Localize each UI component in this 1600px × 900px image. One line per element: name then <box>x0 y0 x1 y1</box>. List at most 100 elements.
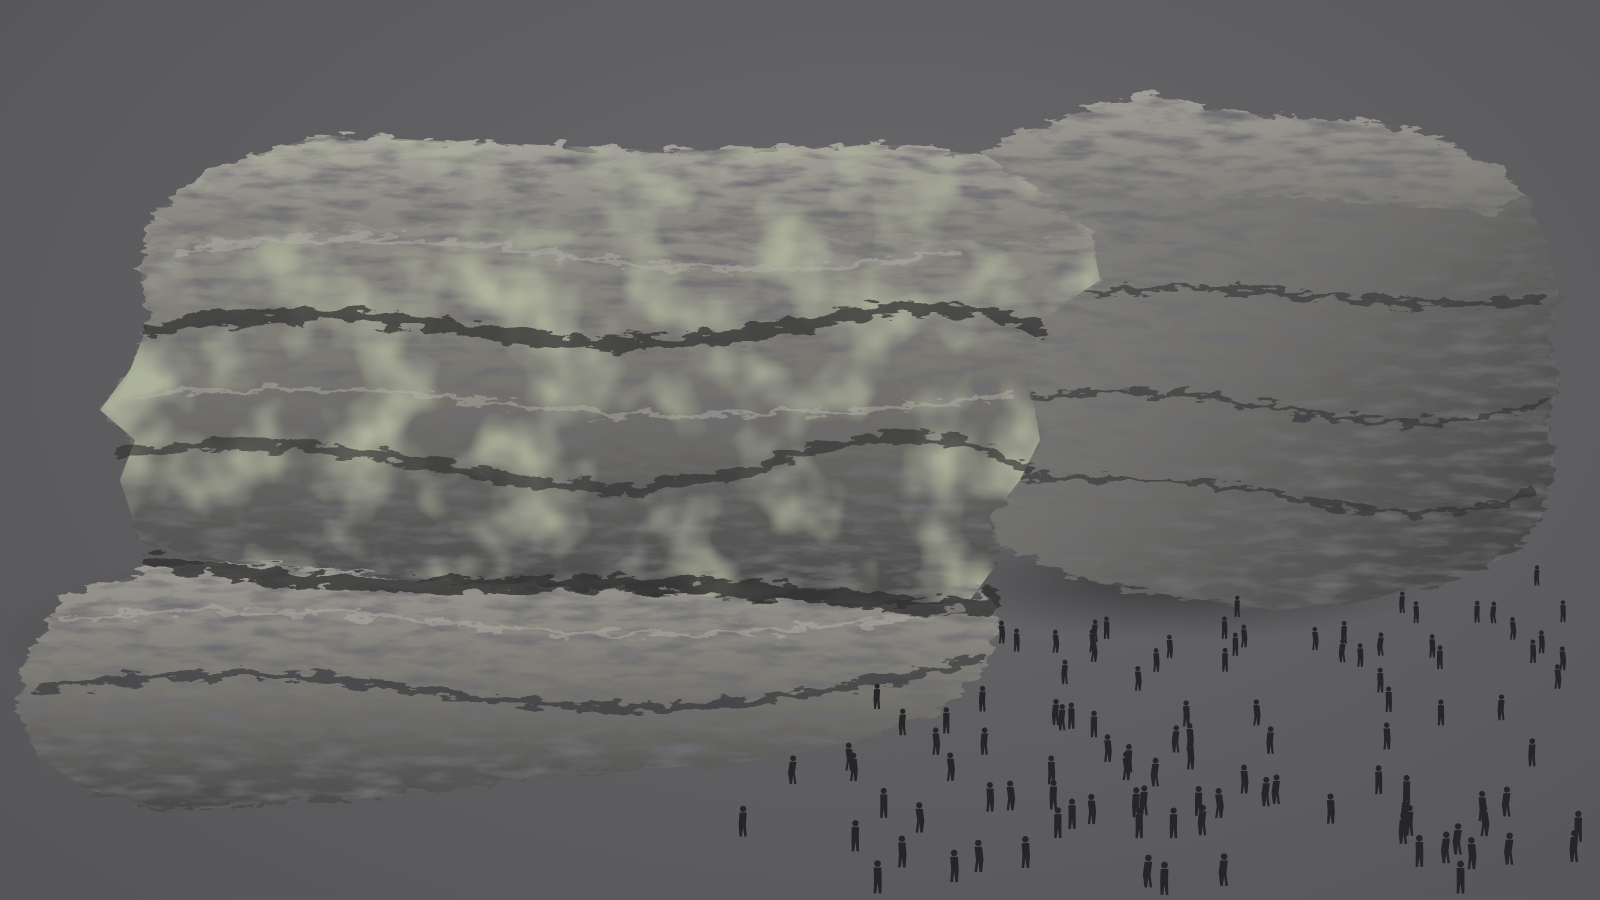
person-head <box>1022 836 1029 843</box>
person-body <box>1183 706 1190 727</box>
person-head <box>1479 790 1486 797</box>
person-silhouette <box>1530 639 1537 664</box>
person-head <box>874 683 880 689</box>
person-silhouette <box>1415 834 1424 867</box>
person-head <box>1312 626 1318 632</box>
person-body <box>943 712 950 734</box>
person-silhouette <box>1061 659 1068 685</box>
person-head <box>1167 634 1172 640</box>
person-body <box>1474 605 1480 623</box>
person-head <box>1199 804 1206 811</box>
person-silhouette <box>1436 645 1443 670</box>
person-head <box>932 727 939 733</box>
person-head <box>1377 667 1383 673</box>
person-silhouette <box>986 781 995 812</box>
person-head <box>900 708 906 715</box>
person-body <box>1171 731 1180 753</box>
person-silhouette <box>1197 804 1207 836</box>
person-body <box>1467 844 1477 870</box>
person-silhouette <box>1134 666 1142 691</box>
person-body <box>1169 814 1178 839</box>
person-head <box>986 781 993 788</box>
person-silhouette <box>1051 698 1060 726</box>
person-body <box>1104 740 1112 762</box>
person-head <box>1498 694 1505 700</box>
person-head <box>1145 854 1152 862</box>
person-silhouette <box>1574 810 1582 842</box>
person-silhouette <box>1104 734 1112 762</box>
person-head <box>1133 787 1140 794</box>
person-head <box>1195 786 1202 793</box>
person-body <box>1090 716 1098 738</box>
person-body <box>880 794 888 818</box>
person-body <box>1087 800 1097 825</box>
person-head <box>1183 700 1189 706</box>
person-head <box>1048 755 1055 762</box>
person-body <box>1509 621 1517 640</box>
person-body <box>788 761 797 785</box>
person-silhouette <box>738 805 747 837</box>
person-body <box>1534 569 1540 586</box>
person-body <box>898 714 906 736</box>
person-head <box>916 802 923 809</box>
person-body <box>1398 819 1408 844</box>
person-head <box>1088 793 1095 801</box>
person-silhouette <box>1474 600 1480 623</box>
person-head <box>1437 645 1443 651</box>
person-head <box>1241 624 1247 630</box>
person-silhouette <box>1538 630 1545 654</box>
person-head <box>1503 786 1510 793</box>
person-silhouette <box>1135 807 1143 839</box>
person-head <box>1402 795 1410 802</box>
person-head <box>1510 617 1515 622</box>
person-silhouette <box>1240 764 1249 794</box>
person-silhouette <box>1266 726 1274 754</box>
person-silhouette <box>1013 628 1020 652</box>
person-silhouette <box>1501 786 1511 817</box>
person-body <box>1068 708 1075 729</box>
person-silhouette <box>1385 686 1393 712</box>
person-body <box>950 856 959 883</box>
person-silhouette <box>1052 629 1060 653</box>
person-body <box>932 733 941 755</box>
person-head <box>1341 620 1347 626</box>
person-body <box>873 867 882 894</box>
person-silhouette <box>1261 776 1270 807</box>
person-body <box>1150 763 1159 787</box>
person-silhouette <box>1467 837 1477 870</box>
person-head <box>1135 807 1143 814</box>
person-head <box>975 839 982 847</box>
person-body <box>1187 747 1195 770</box>
person-body <box>998 625 1006 644</box>
person-body <box>1554 669 1562 689</box>
person-body <box>1497 700 1505 721</box>
back-rock-texture <box>985 92 1560 610</box>
person-body <box>1197 811 1207 836</box>
person-head <box>1050 779 1057 786</box>
person-head <box>1232 632 1238 638</box>
person-head <box>1091 638 1096 644</box>
person-head <box>1357 643 1363 649</box>
person-body <box>1383 728 1391 750</box>
person-head <box>739 805 747 813</box>
person-head <box>1135 666 1141 672</box>
person-body <box>1574 817 1582 842</box>
person-body <box>1166 639 1173 659</box>
person-head <box>1403 774 1410 781</box>
person-silhouette <box>915 802 925 833</box>
person-head <box>1123 751 1129 758</box>
person-silhouette <box>1169 807 1178 839</box>
person-body <box>1452 830 1462 855</box>
person-silhouette <box>880 787 888 818</box>
person-silhouette <box>978 685 986 712</box>
person-head <box>1173 725 1179 731</box>
rock-scene <box>0 92 1582 895</box>
person-head <box>1443 831 1450 838</box>
person-body <box>1241 629 1248 648</box>
person-body <box>1232 637 1239 656</box>
person-body <box>980 733 988 755</box>
person-head <box>999 620 1004 626</box>
person-head <box>1222 616 1227 621</box>
person-body <box>1560 605 1566 623</box>
person-head <box>947 752 954 759</box>
